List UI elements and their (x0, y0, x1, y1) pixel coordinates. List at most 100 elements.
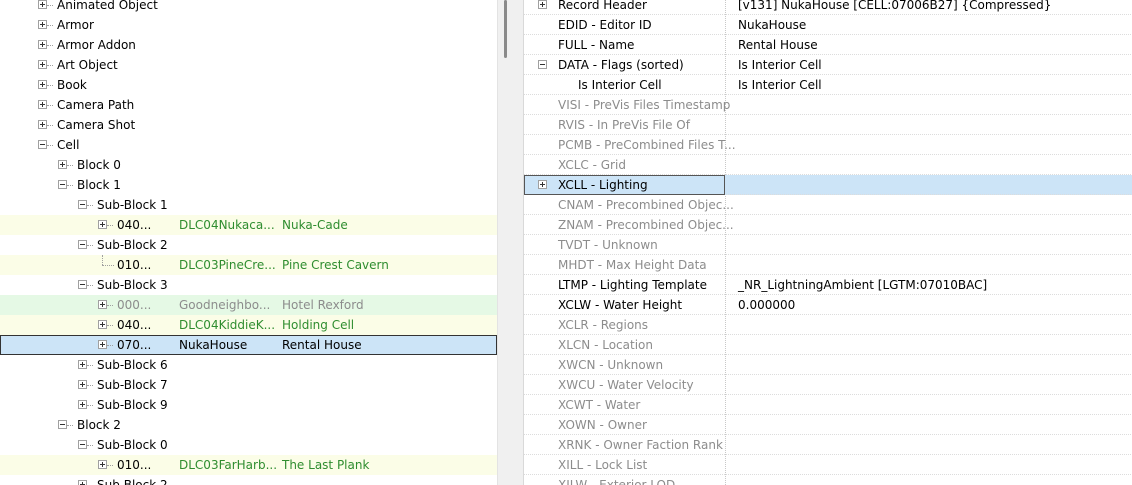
record-field-row[interactable]: Record Header [v131] NukaHouse [CELL:0700… (524, 0, 1132, 15)
tree-connector (47, 145, 53, 146)
record-field-row[interactable]: TVDT - Unknown (524, 235, 1132, 255)
record-field-row[interactable]: XILW - Exterior LOD (524, 475, 1132, 485)
record-field-row[interactable]: PCMB - PreCombined Files T... (524, 135, 1132, 155)
expand-plus-icon[interactable] (98, 320, 107, 329)
tree-row[interactable]: 040... DLC04Nukaca... Nuka-Cade (0, 215, 497, 235)
tree-item-label: Animated Object (57, 0, 158, 12)
tree-row[interactable]: Camera Shot (0, 115, 497, 135)
expand-plus-icon[interactable] (78, 360, 87, 369)
expand-plus-icon[interactable] (38, 80, 47, 89)
record-field-row[interactable]: XCLC - Grid (524, 155, 1132, 175)
expand-plus-icon[interactable] (98, 300, 107, 309)
record-field-row[interactable]: XLCN - Location (524, 335, 1132, 355)
tree-vertical-scrollbar[interactable] (497, 0, 515, 485)
tree-row[interactable]: Book (0, 75, 497, 95)
expand-plus-icon[interactable] (58, 160, 67, 169)
tree-row[interactable]: 040... DLC04KiddieK... Holding Cell (0, 315, 497, 335)
field-value: NukaHouse (738, 18, 807, 32)
tree-row[interactable]: Block 1 (0, 175, 497, 195)
expand-plus-icon[interactable] (78, 380, 87, 389)
tree-item-label: 010... (117, 458, 152, 472)
tree-scrollbar-thumb[interactable] (504, 0, 507, 58)
field-focus-box (524, 175, 725, 195)
tree-item-label: Sub-Block 0 (97, 438, 168, 452)
record-field-row[interactable]: ZNAM - Precombined Objec... (524, 215, 1132, 235)
record-field-row[interactable]: XWCN - Unknown (524, 355, 1132, 375)
tree-item-label: Block 2 (77, 418, 121, 432)
tree-row[interactable]: Sub-Block 6 (0, 355, 497, 375)
tree-item-name: Nuka-Cade (282, 218, 348, 232)
expand-plus-icon[interactable] (538, 0, 547, 9)
expand-plus-icon[interactable] (38, 40, 47, 49)
tree-row[interactable]: 010... DLC03FarHarb... The Last Plank (0, 455, 497, 475)
tree-connector (107, 465, 113, 466)
record-field-row[interactable]: XCLW - Water Height 0.000000 (524, 295, 1132, 315)
tree-row[interactable]: Armor (0, 15, 497, 35)
tree-connector (47, 105, 53, 106)
record-field-row[interactable]: XCWT - Water (524, 395, 1132, 415)
field-label: XCLR - Regions (558, 318, 649, 332)
collapse-minus-icon[interactable] (78, 200, 87, 209)
tree-row[interactable]: 000... Goodneighbo... Hotel Rexford (0, 295, 497, 315)
expand-plus-icon[interactable] (38, 60, 47, 69)
record-field-row[interactable]: XILL - Lock List (524, 455, 1132, 475)
expand-plus-icon[interactable] (38, 100, 47, 109)
collapse-minus-icon[interactable] (58, 420, 67, 429)
expand-plus-icon[interactable] (38, 20, 47, 29)
tree-row[interactable]: Sub-Block 0 (0, 435, 497, 455)
tree-item-label: Sub-Block 6 (97, 358, 168, 372)
record-field-row[interactable]: Is Interior Cell Is Interior Cell (524, 75, 1132, 95)
field-label: VISI - PreVis Files Timestamp (558, 98, 731, 112)
record-field-row[interactable]: RVIS - In PreVis File Of (524, 115, 1132, 135)
expand-plus-icon[interactable] (98, 460, 107, 469)
record-field-row[interactable]: XOWN - Owner (524, 415, 1132, 435)
record-field-row[interactable]: VISI - PreVis Files Timestamp (524, 95, 1132, 115)
collapse-minus-icon[interactable] (78, 440, 87, 449)
collapse-minus-icon[interactable] (78, 240, 87, 249)
tree-row[interactable]: 010... DLC03PineCre... Pine Crest Cavern (0, 255, 497, 275)
expand-plus-icon[interactable] (98, 220, 107, 229)
collapse-minus-icon[interactable] (58, 180, 67, 189)
panel-splitter[interactable] (514, 0, 523, 485)
tree-row[interactable]: 070... NukaHouse Rental House (0, 335, 497, 355)
tree-row[interactable]: Block 2 (0, 415, 497, 435)
tree-row[interactable]: Sub-Block 1 (0, 195, 497, 215)
tree-row[interactable]: Sub-Block 2 (0, 475, 497, 485)
tree-item-label: Sub-Block 1 (97, 198, 168, 212)
record-field-row[interactable]: MHDT - Max Height Data (524, 255, 1132, 275)
record-field-row[interactable]: XWCU - Water Velocity (524, 375, 1132, 395)
collapse-minus-icon[interactable] (538, 60, 547, 69)
record-field-row[interactable]: XRNK - Owner Faction Rank (524, 435, 1132, 455)
record-field-row[interactable]: DATA - Flags (sorted) Is Interior Cell (524, 55, 1132, 75)
tree-row[interactable]: Camera Path (0, 95, 497, 115)
tree-item-editor-id: DLC03FarHarb... (179, 458, 278, 472)
field-label: Is Interior Cell (578, 78, 662, 92)
record-field-row[interactable]: LTMP - Lighting Template _NR_LightningAmb… (524, 275, 1132, 295)
expand-plus-icon[interactable] (98, 340, 107, 349)
record-field-row[interactable]: EDID - Editor ID NukaHouse (524, 15, 1132, 35)
tree-row[interactable]: Animated Object (0, 0, 497, 15)
record-field-row[interactable]: XCLR - Regions (524, 315, 1132, 335)
tree-item-label: Sub-Block 3 (97, 278, 168, 292)
tree-row[interactable]: Block 0 (0, 155, 497, 175)
record-field-row[interactable]: CNAM - Precombined Objec... (524, 195, 1132, 215)
collapse-minus-icon[interactable] (78, 280, 87, 289)
tree-row[interactable]: Sub-Block 7 (0, 375, 497, 395)
collapse-minus-icon[interactable] (38, 140, 47, 149)
tree-row[interactable]: Sub-Block 3 (0, 275, 497, 295)
tree-row[interactable]: Sub-Block 9 (0, 395, 497, 415)
tree-row[interactable]: Cell (0, 135, 497, 155)
field-value: Rental House (738, 38, 818, 52)
tree-row[interactable]: Armor Addon (0, 35, 497, 55)
tree-item-label: Block 0 (77, 158, 121, 172)
expand-plus-icon[interactable] (78, 480, 87, 485)
field-label: EDID - Editor ID (558, 18, 652, 32)
tree-item-name: The Last Plank (282, 458, 370, 472)
expand-plus-icon[interactable] (38, 120, 47, 129)
record-field-row[interactable]: FULL - Name Rental House (524, 35, 1132, 55)
tree-row[interactable]: Sub-Block 2 (0, 235, 497, 255)
expand-plus-icon[interactable] (38, 0, 47, 9)
tree-row[interactable]: Art Object (0, 55, 497, 75)
record-field-row[interactable]: XCLL - Lighting (524, 175, 1132, 195)
expand-plus-icon[interactable] (78, 400, 87, 409)
